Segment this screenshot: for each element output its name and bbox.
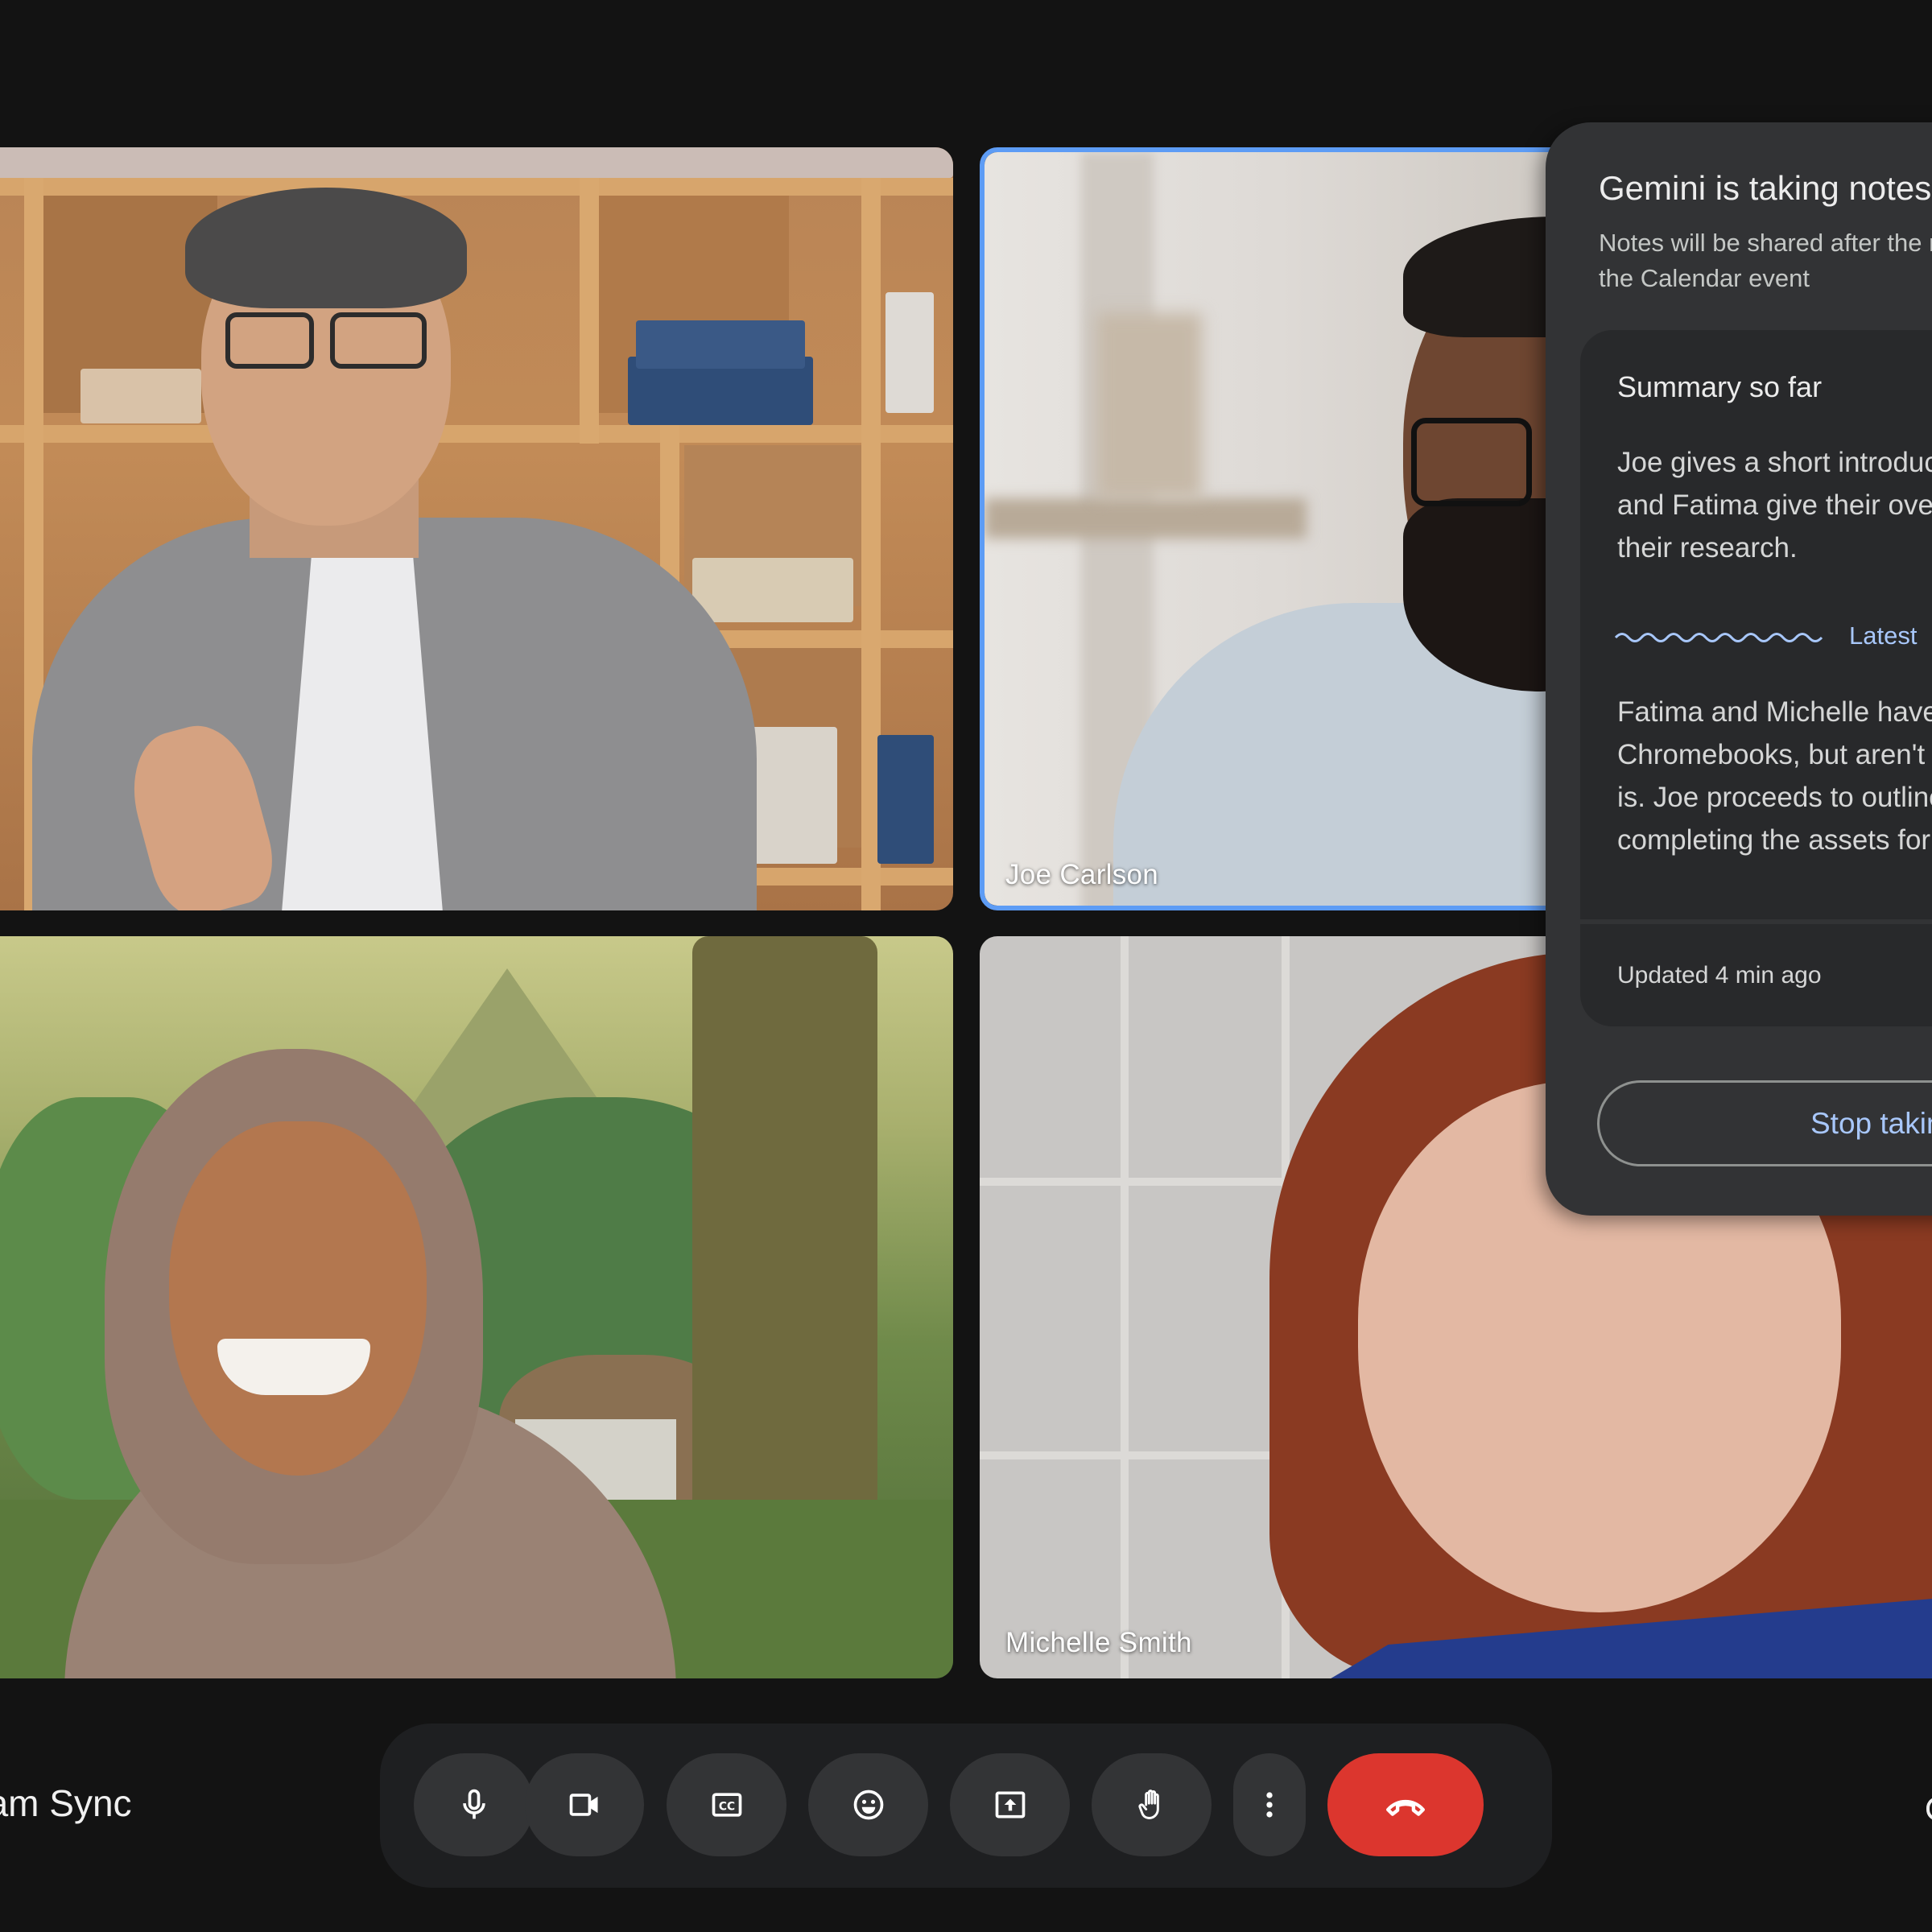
call-end-icon (1386, 1799, 1425, 1816)
more-vert-icon (1266, 1792, 1273, 1818)
participant-name-label: Joe Carlson (1005, 859, 1159, 890)
raise-hand-button[interactable] (1092, 1753, 1212, 1856)
latest-divider: Latest (1614, 621, 1917, 650)
panel-subtitle-line: the Calendar event (1599, 264, 1810, 292)
stop-taking-notes-button[interactable]: Stop taking notes (1597, 1080, 1932, 1166)
summary-heading: Summary so far (1617, 370, 1823, 403)
latest-line: completing the assets for (1617, 824, 1931, 856)
latest-line: Chromebooks, but aren't sure what the (1617, 739, 1932, 770)
summary-card: Summary so far Joe gives a short introdu… (1580, 330, 1932, 919)
panel-subtitle-line: Notes will be shared after the meeting a… (1599, 229, 1932, 257)
present-screen-icon (995, 1791, 1025, 1818)
participant-name-label: Michelle Smith (1005, 1627, 1192, 1658)
closed-captions-icon: CC (712, 1793, 741, 1817)
wavy-line-icon (1614, 633, 1823, 642)
info-icon[interactable] (1926, 1797, 1932, 1821)
camera-button[interactable] (525, 1753, 644, 1856)
video-feed (0, 147, 953, 910)
present-button[interactable] (950, 1753, 1070, 1856)
updated-timestamp: Updated 4 min ago (1617, 961, 1822, 989)
latest-line: is. Joe proceeds to outline (1617, 782, 1932, 813)
updated-card: Updated 4 min ago (1580, 924, 1932, 1026)
gemini-notes-panel: Gemini is taking notes Notes will be sha… (1546, 122, 1932, 1216)
emoji-icon (853, 1790, 883, 1820)
panel-subtitle: Notes will be shared after the meeting a… (1599, 225, 1932, 296)
summary-text: Joe gives a short introduction. Michelle… (1617, 441, 1932, 569)
participant-tile-top-left[interactable] (0, 147, 953, 910)
mic-icon (462, 1789, 485, 1819)
summary-line: their research. (1617, 532, 1798, 564)
participant-tile-bottom-left[interactable] (0, 936, 953, 1678)
latest-text: Fatima and Michelle have used Chromebook… (1617, 691, 1932, 861)
summary-line: and Fatima give their overview of (1617, 489, 1932, 521)
video-feed (0, 936, 953, 1678)
panel-title: Gemini is taking notes (1599, 169, 1932, 207)
latest-label: Latest (1849, 621, 1918, 650)
call-control-bar: CC (380, 1724, 1552, 1888)
hand-icon (1137, 1790, 1159, 1819)
captions-button[interactable]: CC (667, 1753, 786, 1856)
meeting-title: Team Sync (0, 1782, 132, 1824)
microphone-button[interactable] (414, 1753, 534, 1856)
svg-text:CC: CC (718, 1800, 734, 1813)
latest-line: Fatima and Michelle have used (1617, 696, 1932, 728)
more-options-button[interactable] (1233, 1753, 1306, 1856)
summary-line: Joe gives a short introduction. Michelle (1617, 447, 1932, 478)
videocam-icon (569, 1794, 598, 1816)
reactions-button[interactable] (808, 1753, 928, 1856)
end-call-button[interactable] (1327, 1753, 1484, 1856)
